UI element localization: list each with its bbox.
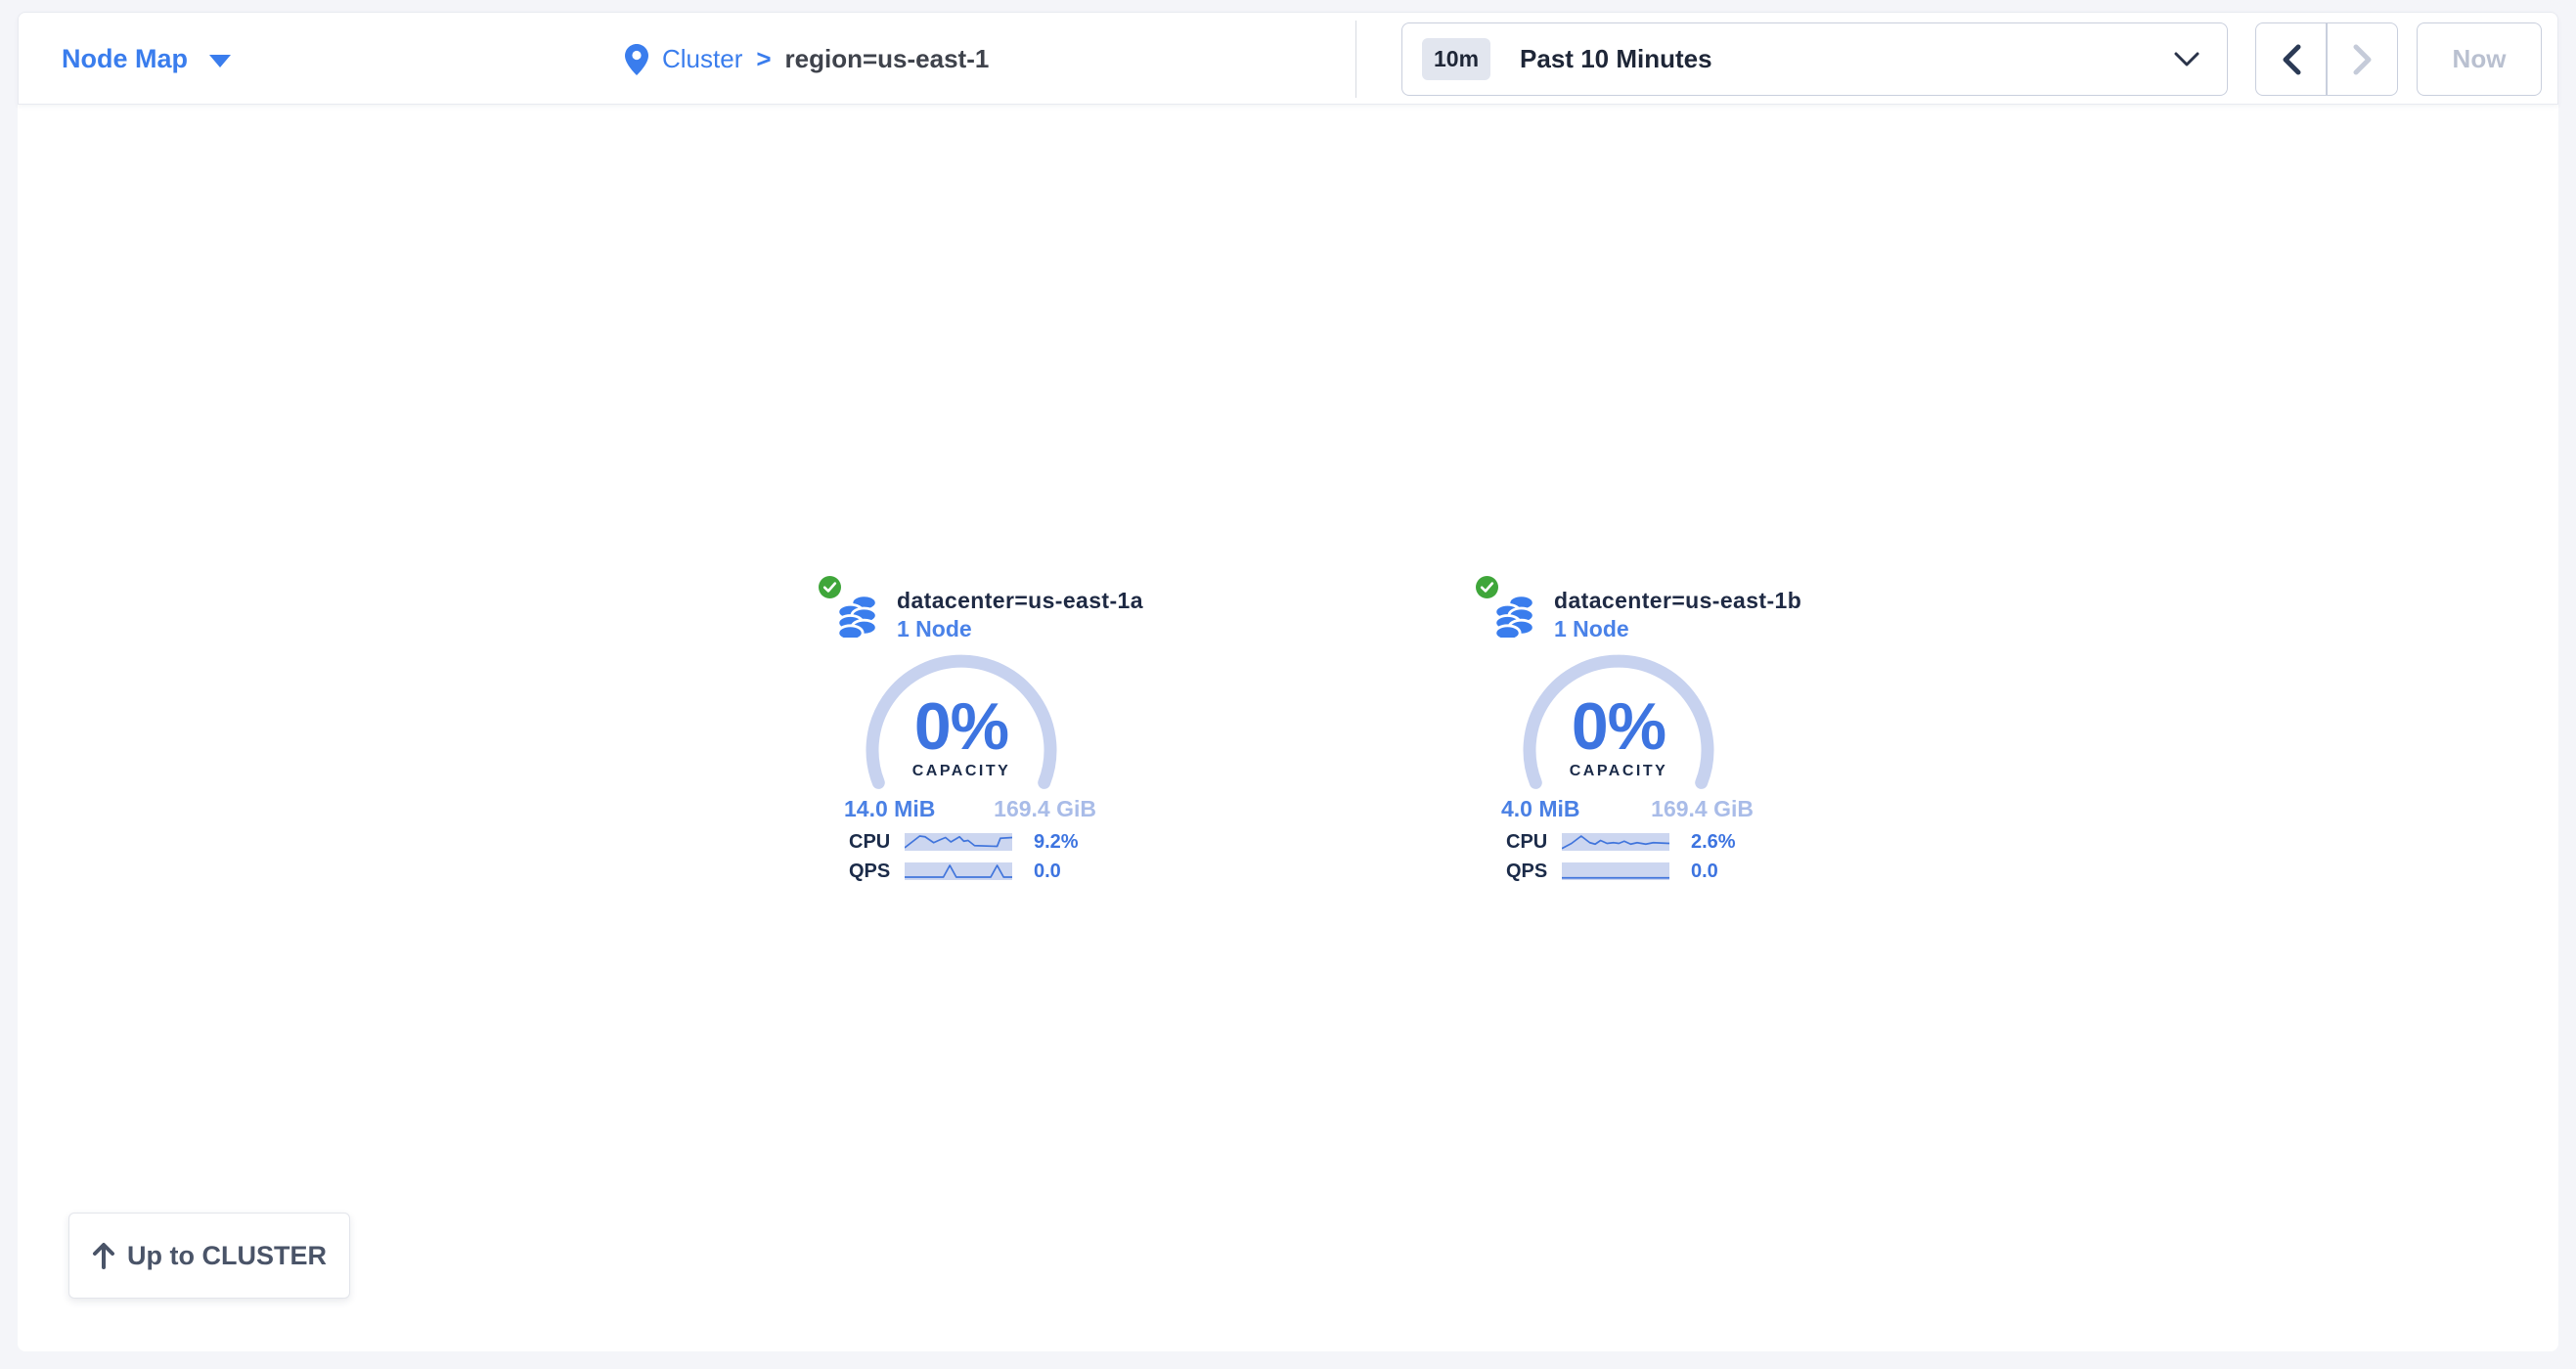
datacenter-title: datacenter=us-east-1b: [1554, 588, 1801, 614]
caret-down-icon: [209, 55, 231, 67]
capacity-percent: 0%: [864, 693, 1059, 760]
chevron-left-icon: [2282, 44, 2301, 75]
datacenter-module-us-east-1b[interactable]: datacenter=us-east-1b 1 Node 0% CAPACITY…: [1452, 572, 1785, 905]
capacity-label: CAPACITY: [1521, 763, 1716, 780]
datacenter-module-us-east-1a[interactable]: datacenter=us-east-1a 1 Node 0% CAPACITY…: [795, 572, 1128, 905]
up-to-cluster-button[interactable]: Up to CLUSTER: [68, 1213, 350, 1299]
capacity-total: 169.4 GiB: [1651, 796, 1754, 822]
now-button[interactable]: Now: [2417, 22, 2542, 96]
location-pin-icon: [625, 44, 648, 75]
breadcrumb: Cluster > region=us-east-1: [625, 13, 989, 106]
cpu-value: 2.6%: [1691, 831, 1736, 854]
qps-metric-row: QPS 0.0: [849, 861, 1093, 881]
cpu-sparkline: [1562, 833, 1669, 851]
database-stack-icon: [1494, 594, 1535, 638]
cpu-value: 9.2%: [1034, 831, 1079, 854]
time-range-label: Past 10 Minutes: [1520, 44, 1712, 74]
breadcrumb-separator: >: [756, 44, 771, 74]
qps-label: QPS: [1506, 861, 1547, 883]
qps-sparkline: [1562, 862, 1669, 880]
qps-sparkline: [905, 862, 1012, 880]
time-nav-group: [2255, 22, 2398, 96]
capacity-used: 4.0 MiB: [1501, 796, 1580, 822]
datacenter-title: datacenter=us-east-1a: [897, 588, 1143, 614]
time-next-button[interactable]: [2327, 22, 2398, 96]
header-divider: [1355, 21, 1356, 98]
chevron-right-icon: [2353, 44, 2373, 75]
datacenter-node-count: 1 Node: [1554, 616, 1629, 642]
capacity-used: 14.0 MiB: [844, 796, 935, 822]
cpu-sparkline: [905, 833, 1012, 851]
time-prev-button[interactable]: [2255, 22, 2327, 96]
capacity-values: 14.0 MiB 169.4 GiB: [844, 796, 1096, 822]
datacenter-node-count: 1 Node: [897, 616, 972, 642]
cpu-label: CPU: [849, 831, 890, 854]
cpu-metric-row: CPU 9.2%: [849, 832, 1093, 852]
qps-value: 0.0: [1034, 861, 1061, 883]
capacity-label: CAPACITY: [864, 763, 1059, 780]
node-map-canvas: Node Map Cluster > region=us-east-1 10m …: [18, 12, 2558, 1351]
time-range-badge: 10m: [1422, 38, 1490, 80]
capacity-values: 4.0 MiB 169.4 GiB: [1501, 796, 1754, 822]
qps-label: QPS: [849, 861, 890, 883]
qps-metric-row: QPS 0.0: [1506, 861, 1751, 881]
breadcrumb-cluster-link[interactable]: Cluster: [662, 44, 742, 74]
database-stack-icon: [837, 594, 878, 638]
qps-value: 0.0: [1691, 861, 1718, 883]
chevron-down-icon: [2174, 52, 2199, 67]
view-selector-label: Node Map: [62, 44, 188, 74]
time-range-dropdown[interactable]: 10m Past 10 Minutes: [1401, 22, 2228, 96]
header-bar: Node Map Cluster > region=us-east-1 10m …: [18, 12, 2558, 105]
cpu-metric-row: CPU 2.6%: [1506, 832, 1751, 852]
capacity-percent: 0%: [1521, 693, 1716, 760]
capacity-total: 169.4 GiB: [994, 796, 1096, 822]
cpu-label: CPU: [1506, 831, 1547, 854]
view-selector-dropdown[interactable]: Node Map: [62, 13, 231, 106]
up-to-cluster-label: Up to CLUSTER: [127, 1241, 327, 1271]
arrow-up-icon: [92, 1242, 115, 1269]
breadcrumb-current: region=us-east-1: [785, 44, 990, 74]
